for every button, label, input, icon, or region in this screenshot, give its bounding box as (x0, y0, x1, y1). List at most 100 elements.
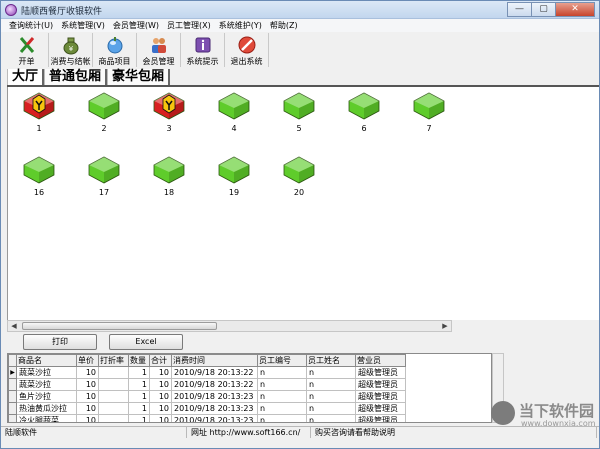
minimize-button[interactable]: — (507, 2, 531, 17)
menu-query-stats[interactable]: 查询统计(U) (5, 19, 57, 32)
room-table[interactable]: 16 (14, 153, 64, 205)
menu-system-maintain[interactable]: 系统维护(Y) (215, 19, 266, 32)
row-indicator[interactable] (8, 390, 17, 403)
menu-staff-manage[interactable]: 员工管理(X) (163, 19, 215, 32)
tab-hall[interactable]: 大厅 (7, 69, 45, 86)
col-consume-time[interactable]: 消费时间 (171, 354, 258, 367)
maximize-button[interactable]: ▢ (531, 2, 555, 17)
table-cell[interactable]: n (257, 390, 307, 403)
col-quantity[interactable]: 数量 (128, 354, 150, 367)
table-row[interactable]: 热油黄瓜沙拉 10 1 10 2010/9/18 20:13:23 n n 超级管理员 (8, 402, 406, 415)
table-row[interactable]: 蔬菜沙拉 10 1 10 2010/9/18 20:13:22 n n 超级管理员 (8, 378, 406, 391)
row-indicator[interactable]: ▶ (8, 366, 17, 379)
col-total[interactable]: 合计 (149, 354, 172, 367)
table-cell[interactable]: 10 (149, 402, 172, 415)
room-table[interactable]: 6 (339, 89, 389, 141)
table-cell[interactable]: 10 (149, 390, 172, 403)
table-cell[interactable]: 超级管理员 (355, 366, 406, 379)
table-cell[interactable]: 10 (149, 366, 172, 379)
print-button[interactable]: 打印 (23, 334, 97, 350)
table-cell[interactable]: 10 (149, 378, 172, 391)
table-cell[interactable] (98, 414, 129, 422)
table-cell[interactable] (98, 366, 129, 379)
table-cell[interactable]: 超级管理员 (355, 414, 406, 422)
table-cell[interactable]: 超级管理员 (355, 402, 406, 415)
room-table[interactable]: 1 (14, 89, 64, 141)
col-discount[interactable]: 打折率 (98, 354, 129, 367)
table-row[interactable]: 鱼片沙拉 10 1 10 2010/9/18 20:13:23 n n 超级管理员 (8, 390, 406, 403)
table-cell[interactable]: 10 (76, 414, 99, 422)
room-table[interactable]: 18 (144, 153, 194, 205)
table-cell[interactable]: 10 (76, 366, 99, 379)
tab-deluxe-room[interactable]: 豪华包厢 (107, 69, 171, 86)
table-cell[interactable] (98, 390, 129, 403)
table-cell[interactable]: n (306, 414, 356, 422)
table-cell[interactable] (98, 402, 129, 415)
table-cell[interactable]: 10 (76, 402, 99, 415)
table-cell[interactable]: n (306, 390, 356, 403)
table-cell[interactable]: n (306, 378, 356, 391)
room-table[interactable]: 3 (144, 89, 194, 141)
table-cell[interactable]: 1 (128, 402, 150, 415)
table-cell[interactable]: 1 (128, 366, 150, 379)
menu-help[interactable]: 帮助(Z) (266, 19, 302, 32)
table-cell[interactable]: 超级管理员 (355, 390, 406, 403)
scroll-left-icon[interactable]: ◀ (8, 321, 20, 331)
table-cell[interactable]: 2010/9/18 20:13:23 (171, 390, 258, 403)
consume-checkout-button[interactable]: ¥ 消费与结帐 (49, 33, 93, 67)
table-cell[interactable]: 1 (128, 390, 150, 403)
table-cell[interactable]: 2010/9/18 20:13:22 (171, 378, 258, 391)
room-table[interactable]: 19 (209, 153, 259, 205)
table-cell[interactable]: 10 (149, 414, 172, 422)
menu-member-manage[interactable]: 会员管理(W) (109, 19, 163, 32)
table-cell[interactable]: 10 (76, 378, 99, 391)
col-unit-price[interactable]: 单价 (76, 354, 99, 367)
exit-system-button[interactable]: 退出系统 (225, 33, 269, 67)
table-cell[interactable]: 1 (128, 378, 150, 391)
close-button[interactable]: ✕ (555, 2, 595, 17)
room-scrollbar[interactable]: ◀ ▶ (7, 320, 452, 332)
scroll-thumb[interactable] (22, 322, 217, 330)
tab-standard-room[interactable]: 普通包厢 (44, 69, 108, 86)
col-product-name[interactable]: 商品名 (16, 354, 77, 367)
table-cell[interactable]: n (306, 402, 356, 415)
table-cell[interactable]: n (257, 402, 307, 415)
open-order-button[interactable]: 开单 (5, 33, 49, 67)
table-cell[interactable] (98, 378, 129, 391)
col-staff-name[interactable]: 员工姓名 (306, 354, 356, 367)
col-clerk[interactable]: 营业员 (355, 354, 406, 367)
table-cell[interactable]: 10 (76, 390, 99, 403)
row-indicator[interactable] (8, 402, 17, 415)
table-cell[interactable]: n (306, 366, 356, 379)
table-cell[interactable]: n (257, 414, 307, 422)
room-table[interactable]: 7 (404, 89, 454, 141)
table-cell[interactable]: n (257, 378, 307, 391)
room-table[interactable]: 4 (209, 89, 259, 141)
table-cell[interactable]: 2010/9/18 20:13:23 (171, 414, 258, 422)
table-cell[interactable]: 1 (128, 414, 150, 422)
table-cell[interactable]: 2010/9/18 20:13:23 (171, 402, 258, 415)
row-indicator[interactable] (8, 378, 17, 391)
system-tips-button[interactable]: 系统提示 (181, 33, 225, 67)
excel-button[interactable]: Excel (109, 334, 183, 350)
table-cell[interactable]: 超级管理员 (355, 378, 406, 391)
table-cell[interactable]: 蔬菜沙拉 (16, 366, 77, 379)
table-cell[interactable]: 2010/9/18 20:13:22 (171, 366, 258, 379)
table-cell[interactable]: 蔬菜沙拉 (16, 378, 77, 391)
table-cell[interactable]: 热油黄瓜沙拉 (16, 402, 77, 415)
table-row[interactable]: 冷火腿蔬菜 10 1 10 2010/9/18 20:13:23 n n 超级管理员 (8, 414, 406, 422)
col-staff-id[interactable]: 员工编号 (257, 354, 307, 367)
table-cell[interactable]: 鱼片沙拉 (16, 390, 77, 403)
members-button[interactable]: 会员管理 (137, 33, 181, 67)
table-row[interactable]: ▶ 蔬菜沙拉 10 1 10 2010/9/18 20:13:22 n n 超级管理员 (8, 366, 406, 379)
order-grid[interactable]: 商品名 单价 打折率 数量 合计 消费时间 员工编号 员工姓名 营业员 ▶ 蔬菜沙… (7, 353, 492, 423)
table-cell[interactable]: n (257, 366, 307, 379)
room-table[interactable]: 17 (79, 153, 129, 205)
room-table[interactable]: 20 (274, 153, 324, 205)
room-table[interactable]: 5 (274, 89, 324, 141)
row-indicator[interactable] (8, 414, 17, 422)
menu-system-manage[interactable]: 系统管理(V) (57, 19, 109, 32)
title-bar[interactable]: 陆顺西餐厅收银软件 — ▢ ✕ (1, 1, 599, 19)
table-cell[interactable]: 冷火腿蔬菜 (16, 414, 77, 422)
products-button[interactable]: 商品项目 (93, 33, 137, 67)
